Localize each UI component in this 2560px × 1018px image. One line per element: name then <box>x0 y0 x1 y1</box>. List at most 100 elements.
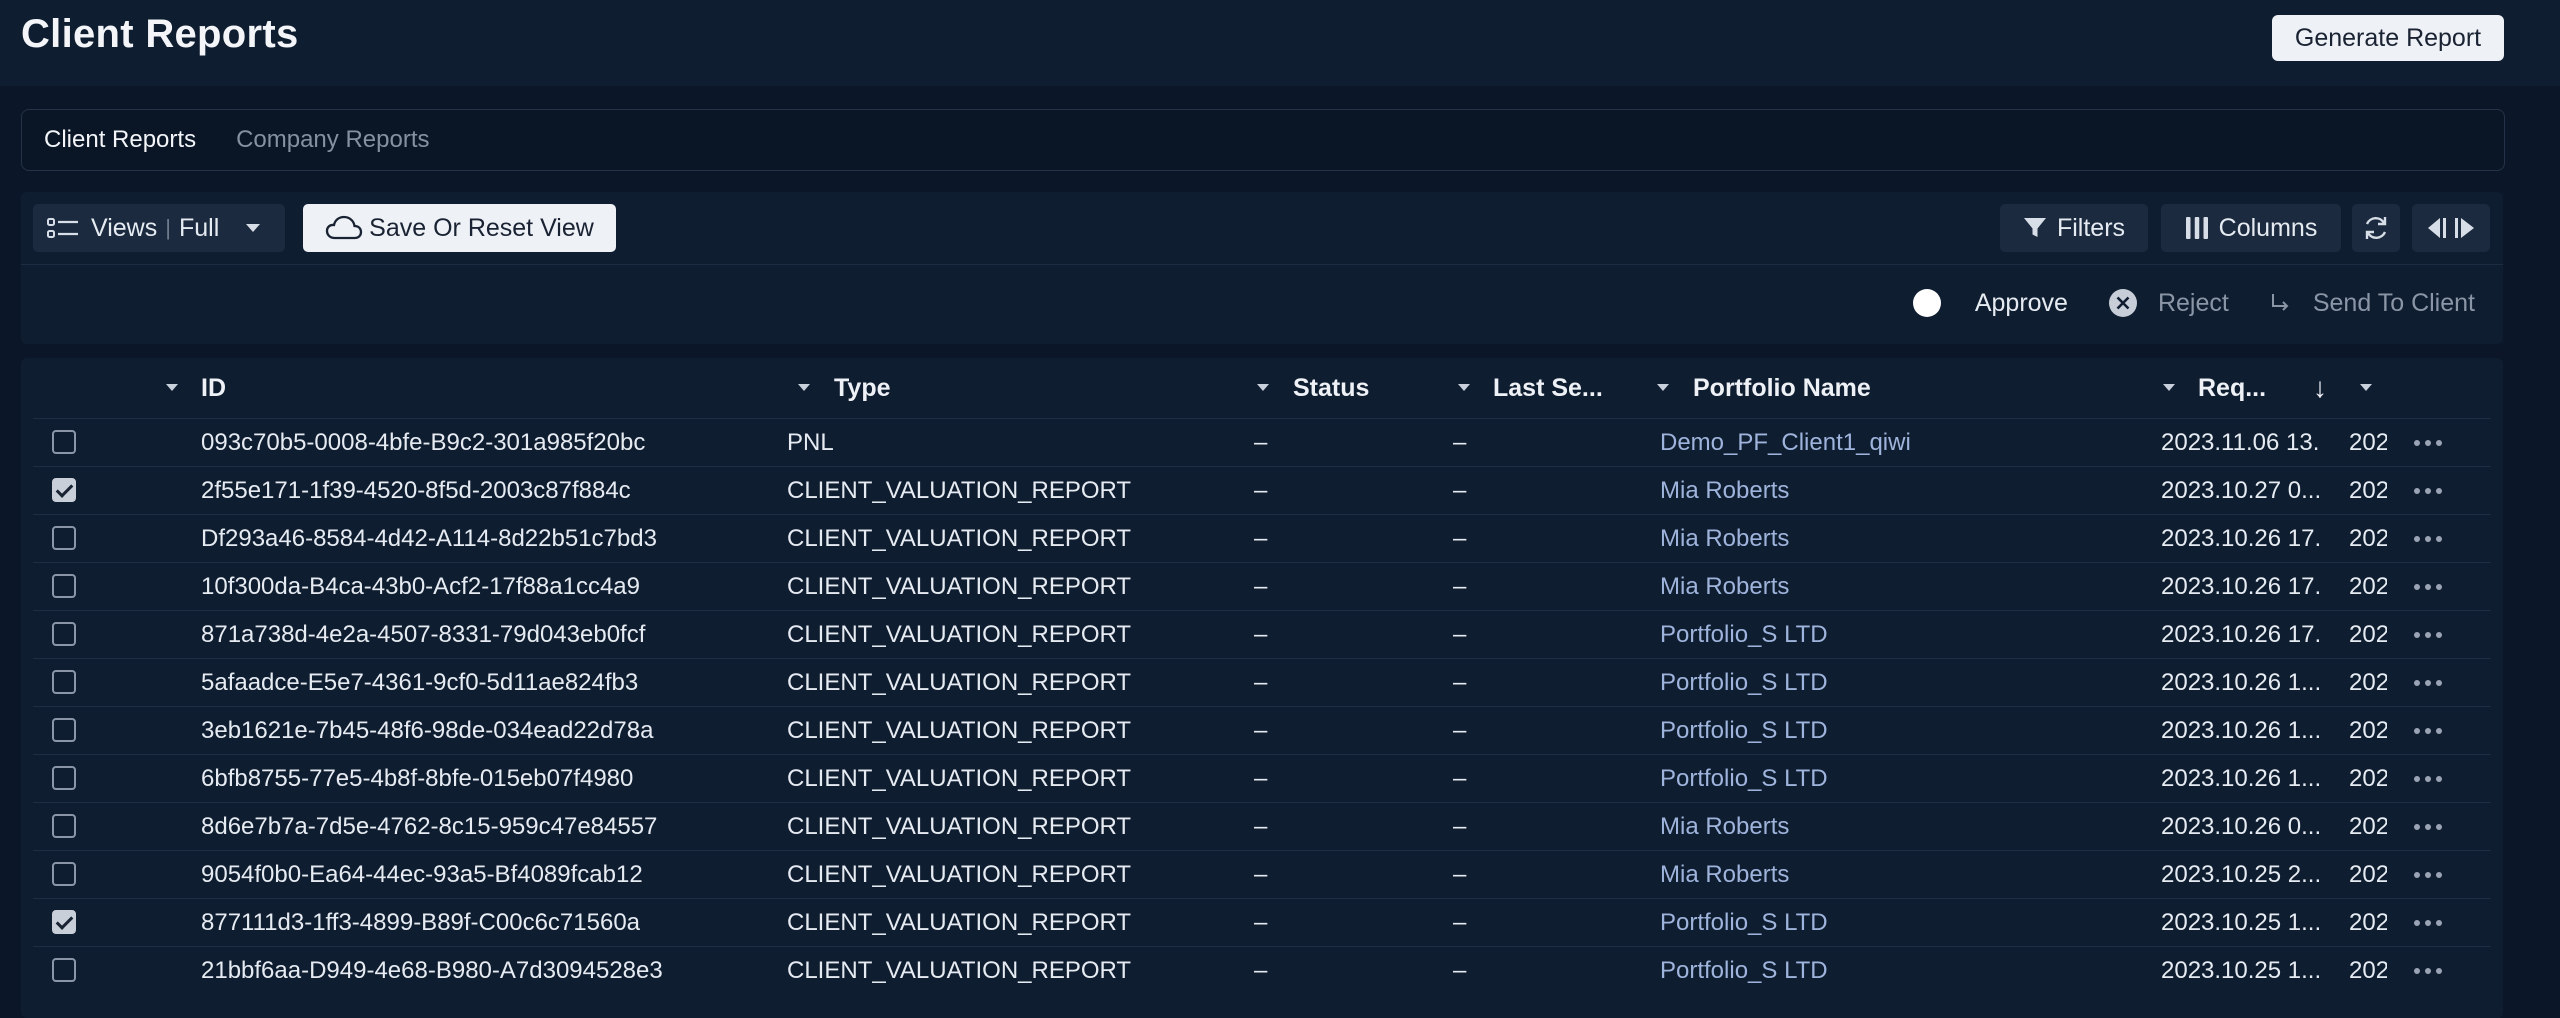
cell-portfolio-name[interactable]: Portfolio_S LTD <box>1660 755 2120 803</box>
row-checkbox[interactable] <box>52 718 76 742</box>
sort-caret-icon[interactable] <box>1257 384 1269 391</box>
table-row[interactable]: 3eb1621e-7b45-48f6-98de-034ead22d78a CLIE… <box>33 706 2491 755</box>
cell-next-column: 202 <box>2349 525 2387 552</box>
cell-last-sent: – <box>1453 477 1467 504</box>
more-icon[interactable] <box>2414 803 2442 851</box>
more-icon[interactable] <box>2414 515 2442 563</box>
table-row[interactable]: 9054f0b0-Ea64-44ec-93a5-Bf4089fcab12 CLIE… <box>33 850 2491 899</box>
row-checkbox[interactable] <box>52 622 76 646</box>
tab-client-reports[interactable]: Client Reports <box>44 126 196 154</box>
cell-next-column: 202 <box>2349 477 2387 504</box>
row-checkbox[interactable] <box>52 958 76 982</box>
row-checkbox[interactable] <box>52 862 76 886</box>
toolbar-divider <box>21 264 2503 265</box>
tab-company-reports[interactable]: Company Reports <box>236 126 429 154</box>
more-icon[interactable] <box>2414 563 2442 611</box>
cell-last-sent: – <box>1453 957 1467 984</box>
table-row[interactable]: 871a738d-4e2a-4507-8331-79d043eb0fcf CLIE… <box>33 610 2491 659</box>
cell-portfolio-name[interactable]: Portfolio_S LTD <box>1660 899 2120 947</box>
generate-report-button[interactable]: Generate Report <box>2272 15 2504 61</box>
row-checkbox[interactable] <box>52 766 76 790</box>
cell-status: – <box>1254 813 1268 840</box>
more-icon[interactable] <box>2414 707 2442 755</box>
filters-button[interactable]: Filters <box>2000 204 2148 252</box>
cell-portfolio-name[interactable]: Mia Roberts <box>1660 803 2120 851</box>
cell-portfolio-name[interactable]: Portfolio_S LTD <box>1660 611 2120 659</box>
sort-caret-icon[interactable] <box>2163 384 2175 391</box>
more-icon[interactable] <box>2414 659 2442 707</box>
cell-status: – <box>1254 717 1268 744</box>
column-header-requested[interactable]: Req... <box>2198 358 2266 418</box>
cell-id: 2f55e171-1f39-4520-8f5d-2003c87f884c <box>201 477 631 504</box>
columns-button[interactable]: Columns <box>2161 204 2341 252</box>
table-row[interactable]: 5afaadce-E5e7-4361-9cf0-5d11ae824fb3 CLIE… <box>33 658 2491 707</box>
more-icon[interactable] <box>2414 899 2442 947</box>
cell-requested: 2023.10.26 1... <box>2161 669 2321 696</box>
cell-next-column: 202 <box>2349 669 2387 696</box>
approve-radio-icon <box>1912 289 1941 317</box>
cell-portfolio-name[interactable]: Mia Roberts <box>1660 515 2120 563</box>
row-checkbox[interactable] <box>52 670 76 694</box>
cell-type: CLIENT_VALUATION_REPORT <box>787 621 1132 648</box>
table-row[interactable]: 21bbf6aa-D949-4e68-B980-A7d3094528e3 CLIE… <box>33 946 2491 995</box>
column-header-type[interactable]: Type <box>834 358 891 418</box>
column-header-status[interactable]: Status <box>1293 358 1369 418</box>
cell-next-column: 202 <box>2349 717 2387 744</box>
table-row[interactable]: 8d6e7b7a-7d5e-4762-8c15-959c47e84557 CLIE… <box>33 802 2491 851</box>
sort-caret-icon[interactable] <box>1458 384 1470 391</box>
sort-caret-icon[interactable] <box>798 384 810 391</box>
list-icon <box>47 218 78 238</box>
column-header-id[interactable]: ID <box>201 358 226 418</box>
cloud-icon <box>326 215 363 240</box>
more-icon[interactable] <box>2414 611 2442 659</box>
cell-id: 8d6e7b7a-7d5e-4762-8c15-959c47e84557 <box>201 813 658 840</box>
cell-portfolio-name[interactable]: Portfolio_S LTD <box>1660 947 2120 995</box>
sort-caret-icon[interactable] <box>1657 384 1669 391</box>
table-row[interactable]: 093c70b5-0008-4bfe-B9c2-301a985f20bc PNL –… <box>33 418 2491 467</box>
cell-next-column: 202 <box>2349 861 2387 888</box>
save-reset-view-button[interactable]: Save Or Reset View <box>303 204 616 252</box>
table-row[interactable]: 2f55e171-1f39-4520-8f5d-2003c87f884c CLIE… <box>33 466 2491 515</box>
table-row[interactable]: Df293a46-8584-4d42-A114-8d22b51c7bd3 CLIE… <box>33 514 2491 563</box>
row-checkbox[interactable] <box>52 526 76 550</box>
cell-portfolio-name[interactable]: Mia Roberts <box>1660 467 2120 515</box>
row-checkbox[interactable] <box>52 910 76 934</box>
sort-arrow-icon[interactable]: ↓ <box>2313 358 2327 418</box>
views-label: Views <box>91 213 158 242</box>
refresh-button[interactable] <box>2352 204 2400 252</box>
reject-action[interactable]: Reject <box>2108 288 2229 318</box>
cell-id: 3eb1621e-7b45-48f6-98de-034ead22d78a <box>201 717 654 744</box>
cell-portfolio-name[interactable]: Portfolio_S LTD <box>1660 659 2120 707</box>
collapse-panel-button[interactable] <box>2412 204 2490 252</box>
cell-id: 10f300da-B4ca-43b0-Acf2-17f88a1cc4a9 <box>201 573 640 600</box>
reports-table: ID Type Status Last Se... Portfolio Name… <box>21 358 2503 1018</box>
more-icon[interactable] <box>2414 755 2442 803</box>
more-icon[interactable] <box>2414 467 2442 515</box>
views-dropdown[interactable]: Views | Full <box>33 204 285 252</box>
more-icon[interactable] <box>2414 851 2442 899</box>
cell-portfolio-name[interactable]: Mia Roberts <box>1660 851 2120 899</box>
cell-id: 9054f0b0-Ea64-44ec-93a5-Bf4089fcab12 <box>201 861 643 888</box>
sort-caret-icon[interactable] <box>166 384 178 391</box>
cell-portfolio-name[interactable]: Demo_PF_Client1_qiwi <box>1660 419 2120 467</box>
send-to-client-action[interactable]: Send To Client <box>2269 289 2475 318</box>
approve-action[interactable]: Approve <box>1912 289 2068 318</box>
row-checkbox[interactable] <box>52 430 76 454</box>
column-header-portfolio-name[interactable]: Portfolio Name <box>1693 358 1871 418</box>
cell-next-column: 202 <box>2349 429 2387 456</box>
cell-portfolio-name[interactable]: Mia Roberts <box>1660 563 2120 611</box>
more-icon[interactable] <box>2414 947 2442 995</box>
table-row[interactable]: 6bfb8755-77e5-4b8f-8bfe-015eb07f4980 CLIE… <box>33 754 2491 803</box>
filters-label: Filters <box>2056 213 2126 242</box>
reject-icon <box>2108 289 2137 317</box>
table-row[interactable]: 10f300da-B4ca-43b0-Acf2-17f88a1cc4a9 CLIE… <box>33 562 2491 611</box>
column-header-last-sent[interactable]: Last Se... <box>1493 358 1603 418</box>
more-icon[interactable] <box>2414 419 2442 467</box>
row-checkbox[interactable] <box>52 814 76 838</box>
row-checkbox[interactable] <box>52 478 76 502</box>
cell-next-column: 202 <box>2349 813 2387 840</box>
table-row[interactable]: 877111d3-1ff3-4899-B89f-C00c6c71560a CLIE… <box>33 898 2491 947</box>
sort-caret-icon[interactable] <box>2360 384 2372 391</box>
cell-portfolio-name[interactable]: Portfolio_S LTD <box>1660 707 2120 755</box>
row-checkbox[interactable] <box>52 574 76 598</box>
